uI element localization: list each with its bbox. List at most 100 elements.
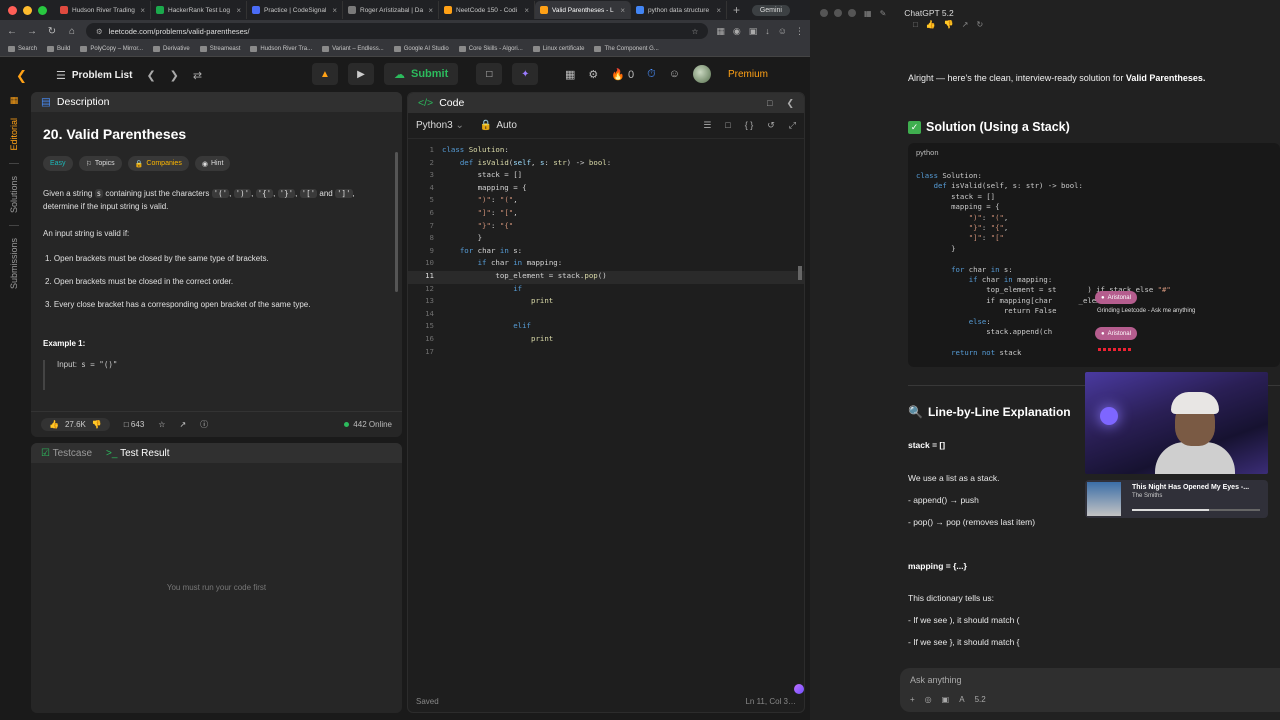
browser-tab[interactable]: Hudson River Trading × <box>55 1 151 19</box>
ai-sparkle-icon[interactable]: ✦ <box>512 63 539 85</box>
topics-chip[interactable]: ⚐ Topics <box>78 156 122 171</box>
problem-list-button[interactable]: ☰ Problem List <box>56 69 132 82</box>
url-field[interactable]: ⚙ leetcode.com/problems/valid-parenthese… <box>86 23 709 39</box>
close-tab-icon[interactable]: × <box>716 6 721 15</box>
run-icon[interactable]: ▶ <box>348 63 374 85</box>
ai-assistant-icon[interactable] <box>794 684 804 694</box>
minimize-window-button[interactable] <box>23 5 32 15</box>
rail-icon[interactable]: ▦ <box>10 95 19 106</box>
close-tab-icon[interactable]: × <box>620 6 625 15</box>
companies-chip[interactable]: 🔒 Companies <box>127 156 189 171</box>
browser-tab[interactable]: Roger Arístizabal | Da × <box>343 1 439 19</box>
download-icon[interactable]: ↓ <box>765 26 770 36</box>
minimize-window-button[interactable] <box>834 9 842 17</box>
chat-input[interactable]: Ask anything <box>910 675 962 685</box>
streak-counter[interactable]: 🔥 0 <box>611 68 634 81</box>
tab-test-result[interactable]: >_ Test Result <box>106 448 169 459</box>
bookmark-item[interactable]: The Component G... <box>594 46 659 52</box>
bookmark-item[interactable]: Streameast <box>199 46 240 52</box>
profile-icon[interactable]: ☺ <box>778 26 787 36</box>
site-info-icon[interactable]: ⚙ <box>96 27 103 36</box>
avatar[interactable] <box>693 65 711 83</box>
maximize-window-button[interactable] <box>848 9 856 17</box>
bookmark-item[interactable]: Hudson River Tra... <box>250 46 312 52</box>
close-tab-icon[interactable]: × <box>428 6 433 15</box>
bookmark-item[interactable]: Core Skills - Algori... <box>458 46 523 52</box>
gemini-button[interactable]: Gemini <box>751 4 790 16</box>
help-icon[interactable]: ⓘ <box>200 419 208 430</box>
tab-code[interactable]: Code <box>439 97 464 109</box>
premium-link[interactable]: Premium <box>728 69 768 80</box>
tab-description[interactable]: Description <box>57 96 110 108</box>
bookmark-icon[interactable]: □ <box>725 120 730 131</box>
hint-chip[interactable]: ◉ Hint <box>194 156 231 171</box>
comments-button[interactable]: □ 643 <box>124 420 144 429</box>
thumbs-down-icon[interactable]: 👎 <box>92 420 102 429</box>
maximize-icon[interactable]: □ <box>767 98 772 109</box>
close-tab-icon[interactable]: × <box>524 6 529 15</box>
browser-tab[interactable]: HackerRank Test Log × <box>151 1 247 19</box>
rail-tab-submissions[interactable]: Submissions <box>9 238 19 289</box>
thumbs-up-icon[interactable]: 👍 <box>926 20 936 29</box>
browser-tab[interactable]: NeetCode 150 - Codi × <box>439 1 535 19</box>
close-tab-icon[interactable]: × <box>140 6 145 15</box>
menu-icon[interactable]: ⋮ <box>795 26 804 37</box>
forward-icon[interactable]: → <box>26 26 38 37</box>
language-select[interactable]: Python3 ⌄ <box>416 120 464 131</box>
close-tab-icon[interactable]: × <box>332 6 337 15</box>
rail-tab-solutions[interactable]: Solutions <box>9 176 19 213</box>
shuffle-icon[interactable]: ⇄ <box>193 69 202 82</box>
copy-icon[interactable]: □ <box>913 20 918 29</box>
new-tab-button[interactable]: + <box>727 3 746 17</box>
leetcode-logo-icon[interactable]: ❮ <box>16 68 30 83</box>
bookmark-item[interactable]: Google AI Studio <box>393 46 449 52</box>
close-window-button[interactable] <box>820 9 828 17</box>
bookmark-star-icon[interactable]: ☆ <box>692 27 699 36</box>
submit-button[interactable]: ☁ Submit <box>384 63 459 85</box>
like-button[interactable]: 👍 27.6K 👎 <box>41 418 110 431</box>
share-icon[interactable]: ↗ <box>179 420 186 429</box>
bookmark-item[interactable]: Linux certificate <box>532 46 584 52</box>
prev-problem-icon[interactable]: ❮ <box>146 69 155 82</box>
sidebar-toggle-icon[interactable]: ▦ <box>864 9 872 18</box>
auto-mode-toggle[interactable]: 🔒 Auto <box>480 120 517 131</box>
add-friend-icon[interactable]: ☺ <box>669 68 680 80</box>
close-tab-icon[interactable]: × <box>236 6 241 15</box>
extension-icon[interactable]: ◉ <box>733 26 741 37</box>
browser-tab[interactable]: python data structure × <box>631 1 727 19</box>
rail-tab-editorial[interactable]: Editorial <box>9 118 19 151</box>
problem-title[interactable]: 20. Valid Parentheses <box>43 126 390 142</box>
new-chat-icon[interactable]: ✎ <box>880 9 887 18</box>
tab-testcase[interactable]: ☑ Testcase <box>41 448 92 459</box>
reset-icon[interactable]: ↺ <box>767 120 775 131</box>
editor-scrollbar[interactable] <box>798 266 802 280</box>
bookmark-item[interactable]: Variant – Endless... <box>322 46 384 52</box>
extension-icon[interactable]: ▣ <box>749 26 758 37</box>
model-chip[interactable]: 5.2 <box>975 695 986 704</box>
plus-icon[interactable]: + <box>910 695 915 704</box>
thumbs-down-icon[interactable]: 👎 <box>944 20 954 29</box>
close-window-button[interactable] <box>8 5 17 15</box>
braces-icon[interactable]: { } <box>745 120 754 131</box>
debug-icon[interactable]: ▲ <box>312 63 338 85</box>
bookmark-item[interactable]: PolyCopy – Mirror... <box>80 46 143 52</box>
back-icon[interactable]: ← <box>6 26 18 37</box>
browser-tab[interactable]: Valid Parentheses - L × <box>535 1 631 19</box>
reload-icon[interactable]: ↻ <box>46 26 58 37</box>
layout-icon[interactable]: ▦ <box>565 68 575 81</box>
maximize-window-button[interactable] <box>38 5 47 15</box>
bookmark-item[interactable]: Search <box>8 46 37 52</box>
bookmark-item[interactable]: Build <box>47 46 70 52</box>
regenerate-icon[interactable]: ↻ <box>976 20 983 29</box>
timer-icon[interactable]: ⏱ <box>647 68 656 81</box>
favorite-star-icon[interactable]: ☆ <box>158 420 165 429</box>
collapse-icon[interactable]: ❮ <box>786 98 794 109</box>
share-icon[interactable]: ↗ <box>962 20 969 29</box>
canvas-icon[interactable]: ▣ <box>942 695 950 704</box>
home-icon[interactable]: ⌂ <box>66 26 78 37</box>
model-selector[interactable]: ChatGPT 5.2 <box>904 8 953 18</box>
notes-icon[interactable]: □ <box>476 63 503 85</box>
fullscreen-icon[interactable]: ⤢ <box>789 120 796 131</box>
globe-icon[interactable]: ◎ <box>925 695 932 704</box>
extension-icon[interactable]: ▦ <box>716 26 725 37</box>
